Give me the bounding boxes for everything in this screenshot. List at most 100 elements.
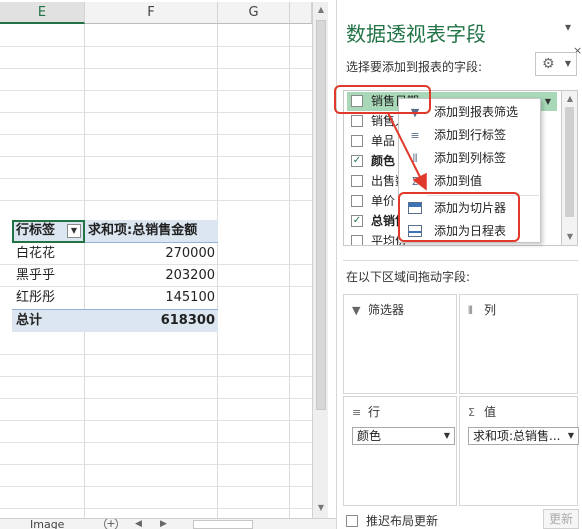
grid-line bbox=[0, 354, 312, 355]
values-area-label: 值 bbox=[484, 405, 497, 419]
field-label: 单价 bbox=[371, 194, 396, 208]
menu-item-label: 添加到行标签 bbox=[434, 128, 507, 142]
pivot-row-label[interactable]: 白花花 bbox=[16, 243, 55, 265]
field-checkbox[interactable] bbox=[351, 195, 363, 207]
sigma-icon: Σ bbox=[468, 406, 475, 419]
scroll-up-icon[interactable]: ▲ bbox=[562, 91, 578, 107]
grid-line bbox=[0, 398, 312, 399]
column-header-f[interactable]: F bbox=[85, 2, 218, 24]
defer-checkbox[interactable] bbox=[346, 515, 358, 527]
field-checkbox[interactable] bbox=[351, 115, 363, 127]
grid-line bbox=[0, 486, 312, 487]
values-field-pill[interactable]: 求和项:总销售... ▼ bbox=[468, 427, 579, 445]
grid-line bbox=[0, 178, 312, 179]
column-header-h[interactable] bbox=[290, 2, 312, 24]
pivot-row-value[interactable]: 203200 bbox=[85, 265, 218, 287]
menu-item-add-to-values[interactable]: Σ 添加到值 bbox=[399, 170, 540, 193]
field-checkbox[interactable] bbox=[351, 175, 363, 187]
pivot-row-label[interactable]: 黑乎乎 bbox=[16, 265, 55, 287]
grid-line bbox=[0, 200, 312, 201]
add-sheet-icon[interactable]: + bbox=[104, 519, 118, 529]
menu-item-label: 添加到列标签 bbox=[434, 151, 507, 165]
rows-icon: ≡ bbox=[410, 129, 420, 142]
gear-icon: ⚙ bbox=[542, 56, 555, 72]
pivot-total-label[interactable]: 总计 bbox=[16, 310, 42, 332]
menu-item-add-to-rows[interactable]: ≡ 添加到行标签 bbox=[399, 124, 540, 147]
grid-line bbox=[0, 420, 312, 421]
rows-field-label: 颜色 bbox=[357, 429, 382, 443]
grid-line bbox=[289, 24, 290, 518]
rows-area[interactable]: ≡ 行 颜色 ▼ bbox=[343, 396, 457, 506]
pivot-row-value[interactable]: 145100 bbox=[85, 287, 218, 309]
update-button[interactable]: 更新 bbox=[543, 509, 579, 529]
sheet-tab-bar: Image + ◀ ▶ bbox=[0, 518, 336, 529]
scroll-up-icon[interactable]: ▲ bbox=[313, 2, 329, 18]
columns-area-header: ⦀ 列 bbox=[468, 301, 496, 318]
columns-icon: ⦀ bbox=[412, 152, 418, 165]
field-checkbox-checked[interactable]: ✓ bbox=[351, 215, 363, 227]
column-header-g[interactable]: G bbox=[218, 2, 290, 24]
annotation-highlight-menu bbox=[398, 192, 520, 242]
defer-label: 推迟布局更新 bbox=[366, 514, 439, 528]
pivot-row-label[interactable]: 红彤彤 bbox=[16, 287, 55, 309]
grid-line bbox=[0, 134, 312, 135]
columns-icon: ⦀ bbox=[468, 304, 473, 317]
scrollbar-thumb[interactable] bbox=[316, 20, 326, 410]
grid-line bbox=[0, 464, 312, 465]
active-cell-outline bbox=[12, 220, 85, 243]
filters-area[interactable]: ▼ 筛选器 bbox=[343, 294, 457, 394]
grid-line bbox=[0, 46, 312, 47]
vertical-scrollbar[interactable]: ▲ ▼ bbox=[312, 2, 328, 518]
pane-subtitle: 选择要添加到报表的字段: bbox=[346, 60, 483, 74]
field-list-scrollbar[interactable]: ▲ ▼ bbox=[562, 90, 578, 246]
column-header-e[interactable]: E bbox=[0, 2, 85, 24]
pivot-total-value[interactable]: 618300 bbox=[85, 310, 218, 332]
chevron-down-icon[interactable]: ▼ bbox=[444, 428, 450, 444]
filters-area-label: 筛选器 bbox=[368, 303, 405, 317]
field-checkbox-checked[interactable]: ✓ bbox=[351, 155, 363, 167]
field-checkbox[interactable] bbox=[351, 135, 363, 147]
spreadsheet-grid[interactable]: E F G 行标签 ▼ 求和项:总销售金额 白花花 270000 黑乎乎 203… bbox=[0, 0, 312, 518]
values-area[interactable]: Σ值 求和项:总销售... ▼ bbox=[459, 396, 579, 506]
sheet-tab[interactable]: Image bbox=[30, 519, 64, 529]
rows-icon: ≡ bbox=[352, 406, 362, 419]
chevron-down-icon: ▼ bbox=[564, 59, 571, 68]
rows-area-header: ≡ 行 bbox=[352, 403, 380, 420]
grid-line bbox=[0, 442, 312, 443]
pivot-row-value[interactable]: 270000 bbox=[85, 243, 218, 265]
horizontal-scrollbar[interactable] bbox=[193, 520, 253, 529]
values-area-header: Σ值 bbox=[468, 403, 496, 420]
scrollbar-thumb[interactable] bbox=[565, 107, 574, 217]
filter-icon: ▼ bbox=[352, 304, 361, 317]
scroll-right-icon[interactable]: ▶ bbox=[160, 519, 167, 529]
menu-item-add-to-columns[interactable]: ⦀ 添加到列标签 bbox=[399, 147, 540, 170]
rows-field-pill[interactable]: 颜色 ▼ bbox=[352, 427, 455, 445]
drag-areas-hint: 在以下区域间拖动字段: bbox=[346, 270, 471, 284]
columns-area[interactable]: ⦀ 列 bbox=[459, 294, 578, 394]
scroll-down-icon[interactable]: ▼ bbox=[313, 500, 329, 516]
field-label: 颜色 bbox=[371, 154, 396, 168]
scroll-left-icon[interactable]: ◀ bbox=[135, 519, 142, 529]
field-checkbox[interactable] bbox=[351, 235, 363, 245]
field-settings-button[interactable]: ⚙ ▼ bbox=[535, 52, 577, 76]
pivot-field-pane: 数据透视表字段 ▾ × 选择要添加到报表的字段: ⚙ ▼ 销售日期 ▼ 销售人 … bbox=[336, 0, 582, 529]
values-field-label: 求和项:总销售... bbox=[473, 429, 561, 443]
menu-item-label: 添加到报表筛选 bbox=[434, 105, 519, 119]
grid-line bbox=[0, 68, 312, 69]
pane-options-icon[interactable]: ▾ bbox=[565, 20, 571, 34]
annotation-highlight-field bbox=[334, 85, 431, 114]
grid-line bbox=[0, 90, 312, 91]
field-label: 单品 bbox=[371, 134, 396, 148]
chevron-down-icon[interactable]: ▼ bbox=[545, 92, 551, 111]
menu-item-label: 添加到值 bbox=[434, 174, 483, 188]
grid-line bbox=[0, 508, 312, 509]
pane-title: 数据透视表字段 bbox=[346, 22, 486, 46]
sigma-icon: Σ bbox=[411, 175, 419, 188]
rows-area-label: 行 bbox=[368, 405, 381, 419]
grid-line bbox=[0, 112, 312, 113]
defer-layout-update[interactable]: 推迟布局更新 bbox=[346, 512, 438, 529]
chevron-down-icon[interactable]: ▼ bbox=[568, 428, 574, 444]
scroll-down-icon[interactable]: ▼ bbox=[562, 229, 578, 245]
columns-area-label: 列 bbox=[484, 303, 497, 317]
pivot-value-header[interactable]: 求和项:总销售金额 bbox=[88, 220, 197, 242]
